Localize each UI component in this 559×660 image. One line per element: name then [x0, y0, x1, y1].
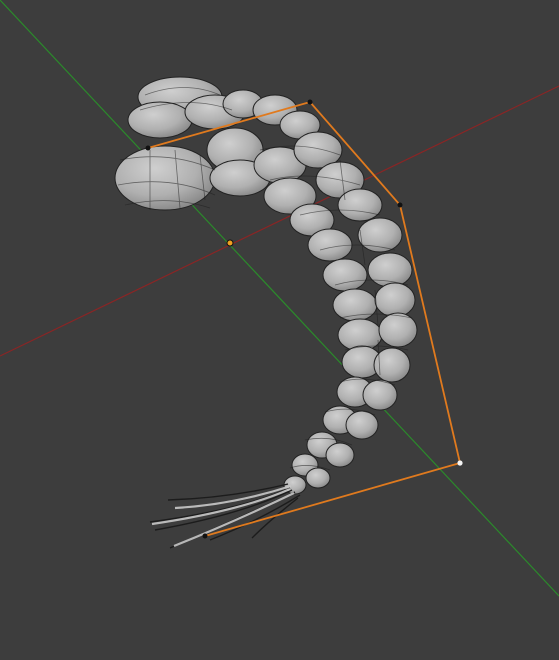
control-point-icon[interactable] — [307, 99, 313, 105]
x-axis-line — [0, 85, 559, 357]
braid-lobe — [374, 282, 416, 318]
braid-lobe — [367, 252, 413, 288]
control-point-icon[interactable] — [397, 202, 403, 208]
braid-lobe — [332, 288, 378, 322]
3d-viewport[interactable] — [0, 0, 559, 660]
control-point-icon[interactable] — [202, 533, 208, 539]
braid-lobe — [305, 467, 331, 489]
braid-lobe — [345, 410, 379, 440]
braid-lobe — [325, 442, 355, 468]
braid-lobe — [127, 101, 193, 139]
braid-lobe — [322, 258, 368, 292]
braid-lobe — [362, 379, 398, 411]
braid-lobe — [307, 228, 353, 262]
control-point-icon[interactable] — [457, 460, 463, 466]
viewport-canvas[interactable] — [0, 0, 559, 660]
control-point-icon[interactable] — [145, 145, 151, 151]
braid-mesh[interactable] — [114, 76, 418, 549]
origin-dot-icon[interactable] — [226, 239, 234, 247]
